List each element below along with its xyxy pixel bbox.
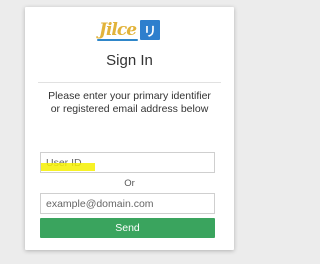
logo-wordmark: Jilce xyxy=(96,19,139,41)
logo-icon: リ xyxy=(140,20,161,40)
sign-in-card: Jilce リ Sign In Please enter your primar… xyxy=(25,7,234,250)
send-button[interactable]: Send xyxy=(40,218,215,238)
or-separator: Or xyxy=(124,178,135,189)
email-input[interactable] xyxy=(40,193,215,214)
page-title: Sign In xyxy=(106,52,153,69)
user-id-input[interactable] xyxy=(40,152,215,173)
instructions-text: Please enter your primary identifier or … xyxy=(48,90,211,115)
title-divider xyxy=(38,82,221,83)
brand-logo: Jilce リ xyxy=(25,17,234,43)
